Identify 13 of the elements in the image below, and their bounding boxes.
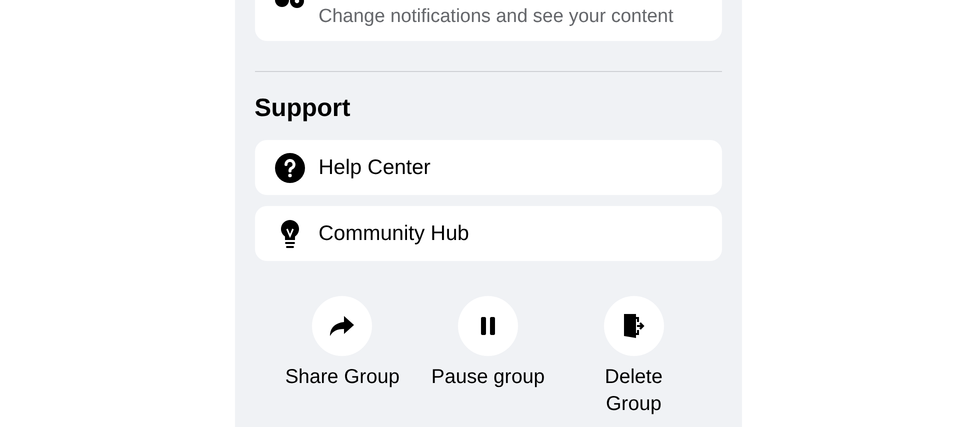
- action-label: Pause group: [431, 365, 545, 390]
- door-exit-icon: [622, 312, 646, 340]
- pause-icon: [480, 317, 495, 335]
- support-item[interactable]: Community Hub: [254, 206, 722, 261]
- action-label: Delete Group: [604, 365, 664, 417]
- share-arrow-icon: [329, 315, 356, 337]
- support-item[interactable]: Help Center: [254, 140, 722, 195]
- action-label: Share Group: [285, 365, 400, 390]
- settings-subtitle: Change notifications and see your content: [318, 4, 674, 28]
- settings-card[interactable]: Change notifications and see your content: [254, 0, 722, 41]
- question-icon: [274, 152, 304, 182]
- section-heading: Support: [254, 93, 352, 124]
- lightbulb-icon: [280, 218, 300, 248]
